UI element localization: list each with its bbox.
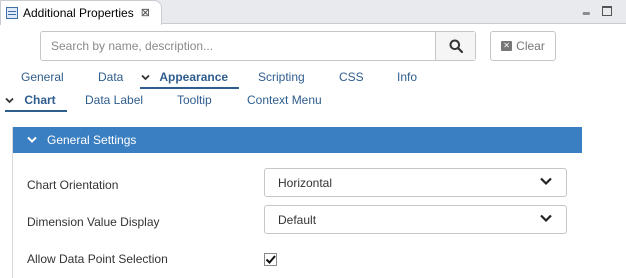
sub-tabs: Chart Data Label Tooltip Context Menu [0, 93, 626, 111]
active-subtab-indicator [5, 110, 67, 112]
clear-button[interactable]: ✕ Clear [490, 31, 556, 61]
subtab-data-label[interactable]: Data Label [85, 93, 143, 107]
tab-css[interactable]: CSS [339, 70, 364, 84]
chart-orientation-value: Horizontal [278, 175, 333, 190]
search-icon [449, 39, 463, 53]
tab-general[interactable]: General [21, 70, 64, 84]
subtab-chart[interactable]: Chart [5, 93, 56, 107]
dimension-value-display-label: Dimension Value Display [27, 215, 160, 229]
clear-icon: ✕ [501, 41, 513, 51]
subtab-context-menu[interactable]: Context Menu [247, 93, 322, 107]
chart-orientation-select[interactable]: Horizontal [264, 168, 567, 197]
view-tab-title: Additional Properties [23, 6, 134, 20]
chart-orientation-label: Chart Orientation [27, 178, 119, 192]
subtab-tooltip[interactable]: Tooltip [177, 93, 212, 107]
chevron-down-icon [27, 133, 37, 147]
tab-scripting[interactable]: Scripting [258, 70, 305, 84]
active-tab-indicator [140, 87, 239, 89]
main-tabs: General Data Appearance Scripting CSS In… [0, 70, 626, 88]
dimension-value-display-value: Default [278, 212, 317, 227]
chevron-down-icon [5, 93, 17, 107]
view-tab-additional-properties[interactable]: Additional Properties ⊠ [0, 0, 162, 25]
chevron-down-icon [141, 70, 153, 84]
allow-data-point-selection-label: Allow Data Point Selection [27, 252, 168, 266]
subtab-chart-label: Chart [24, 93, 56, 107]
minimize-icon[interactable]: ‗ [583, 2, 590, 14]
search-box [40, 31, 476, 61]
clear-button-label: Clear [516, 39, 545, 53]
dimension-value-display-select[interactable]: Default [264, 205, 567, 234]
section-header[interactable]: General Settings [13, 127, 582, 153]
checkmark-icon [265, 255, 276, 264]
tab-appearance-label: Appearance [159, 70, 229, 84]
search-input[interactable] [41, 32, 435, 60]
chevron-down-icon [540, 214, 552, 223]
close-icon[interactable]: ⊠ [141, 7, 150, 19]
maximize-icon[interactable] [602, 6, 612, 16]
allow-data-point-selection-checkbox[interactable] [264, 253, 277, 266]
tab-appearance[interactable]: Appearance [141, 70, 228, 84]
search-button[interactable] [435, 32, 475, 60]
tab-data[interactable]: Data [98, 70, 123, 84]
tab-info[interactable]: Info [397, 70, 417, 84]
view-tab-strip: Additional Properties ⊠ ‗ [0, 0, 626, 25]
section-title: General Settings [47, 133, 137, 147]
chevron-down-icon [540, 177, 552, 186]
properties-icon [6, 7, 18, 19]
